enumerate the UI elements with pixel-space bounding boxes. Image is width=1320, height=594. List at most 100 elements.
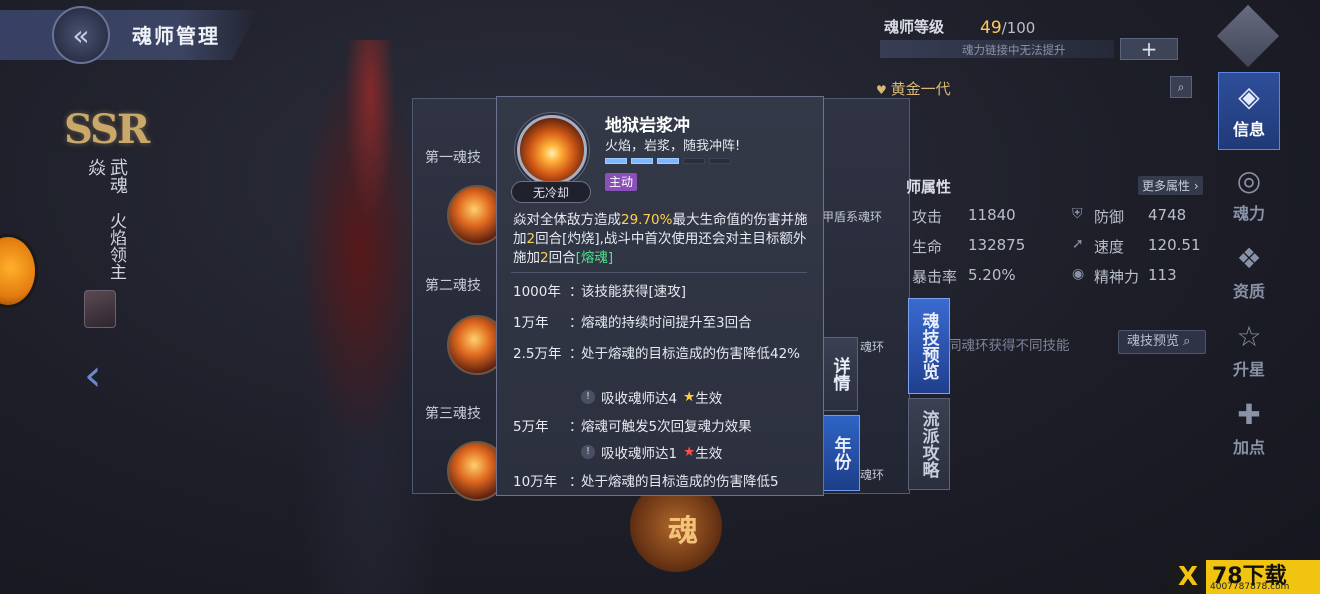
tab-strategy[interactable]: 流派攻略 [908, 398, 950, 490]
watermark-logo: X [1170, 560, 1206, 594]
previous-character-arrow-icon[interactable]: ‹ [84, 350, 102, 401]
more-attributes-button[interactable]: 更多属性 › [1138, 176, 1203, 195]
attributes-title: 师属性 [906, 178, 952, 196]
attr-crit-name: 暴击率 [912, 268, 958, 286]
skill-level-bar [605, 158, 731, 164]
info-icon: ◈ [1238, 80, 1260, 113]
attr-defense-value: 4748 [1148, 206, 1187, 224]
more-attributes-label: 更多属性 [1142, 179, 1191, 193]
skill-description: 焱对全体敌方造成29.70%最大生命值的伤害并施加2回合[灼烧],战斗中首次使用… [513, 211, 809, 268]
skill-level-segment [709, 158, 731, 164]
attr-attack-value: 11840 [968, 206, 1016, 224]
year-key: 10万年 [513, 474, 558, 490]
chevron-left-icon: « [72, 18, 90, 52]
desc-part-4: 回合 [548, 250, 576, 266]
rarity-badge: SSR [64, 106, 150, 153]
tab-detail-label: 详情 [829, 357, 850, 391]
desc-part-1: 焱对全体敌方造成 [513, 212, 621, 228]
tab-skill-preview-label: 魂技预览 [918, 312, 939, 380]
skill-note: 同魂环获得不同技能 [948, 338, 1070, 354]
red-star-icon: ★ [683, 444, 696, 460]
level-hint: 魂力链接中无法提升 [962, 43, 1066, 57]
nav-item-label: 信息 [1232, 120, 1265, 139]
pet-companion-icon[interactable] [0, 234, 38, 308]
level-add-button[interactable]: + [1120, 38, 1178, 60]
skill-type-tag: 主动 [605, 173, 638, 191]
requirement-row: ! 吸收魂师达1 ★ 生效 [581, 442, 722, 462]
star-icon: ☆ [1236, 320, 1262, 353]
year-text: 处于熔魂的目标造成的伤害降低5 [581, 474, 779, 490]
info-icon: ! [581, 390, 595, 404]
nav-item-info[interactable]: ◈ 信息 [1218, 72, 1280, 150]
tab-year[interactable]: 年份 [822, 415, 860, 491]
desc-number-1: 2 [526, 231, 536, 247]
skill-level-segment [683, 158, 705, 164]
nav-item-label: 魂力 [1232, 204, 1265, 223]
flame-skill-icon [517, 115, 587, 185]
level-current: 49 [980, 18, 1002, 38]
year-text: 处于熔魂的目标造成的伤害降低42% [581, 346, 801, 362]
skill-quote: 火焰，岩浆，随我冲阵! [605, 139, 741, 154]
spirit-name: 火焰领主 [106, 212, 126, 280]
level-max: /100 [1001, 19, 1036, 37]
diamond-menu-icon[interactable] [1216, 4, 1280, 68]
year-text: 熔魂的持续时间提升至3回合 [581, 315, 752, 331]
soul-power-icon: ◎ [1236, 164, 1262, 197]
divider [511, 272, 807, 273]
requirement-row: ! 吸收魂师达4 ★ 生效 [581, 387, 722, 407]
skill-slot-2-label: 第二魂技 [425, 278, 481, 294]
martial-soul-orb-text: 魂 [668, 514, 698, 549]
attr-crit-value: 5.20% [968, 266, 1016, 284]
attr-spirit-value: 113 [1148, 266, 1177, 284]
nav-item-soul-power[interactable]: ◎ 魂力 [1218, 156, 1280, 234]
desc-number-2: 2 [540, 250, 549, 266]
requirement-text: 吸收魂师达4 [601, 391, 678, 407]
spirit-icon: ◉ [1072, 266, 1085, 282]
nav-item-star-up[interactable]: ☆ 升星 [1218, 312, 1280, 390]
page-title: 魂师管理 [132, 24, 220, 48]
nav-item-add-point[interactable]: ✚ 加点 [1218, 390, 1280, 468]
skill-preview-button[interactable]: 魂技预览 ⌕ [1118, 330, 1206, 354]
nav-item-label: 升星 [1232, 360, 1265, 379]
site-watermark: X 78下载 4007787878.com [1170, 560, 1320, 594]
desc-status: [熔魂] [575, 250, 614, 266]
heart-icon: ♥ [876, 83, 891, 97]
shield-icon: ⛨ [1072, 206, 1083, 222]
aptitude-icon: ❖ [1236, 242, 1262, 275]
character-avatar[interactable] [84, 290, 116, 328]
attr-hp-value: 132875 [968, 236, 1026, 254]
nav-item-aptitude[interactable]: ❖ 资质 [1218, 234, 1280, 312]
year-key: 1万年 [513, 315, 549, 331]
search-icon[interactable]: ⌕ [1170, 76, 1192, 98]
attr-spirit-name: 精神力 [1094, 268, 1140, 286]
skill-level-segment [631, 158, 653, 164]
nav-item-label: 加点 [1232, 438, 1265, 457]
requirement-suffix: 生效 [695, 391, 723, 407]
add-point-icon: ✚ [1237, 398, 1261, 431]
year-text: 熔魂可触发5次回复魂力效果 [581, 419, 752, 435]
attr-defense-name: 防御 [1094, 208, 1125, 226]
requirement-suffix: 生效 [695, 446, 723, 462]
soul-ring-1-label: 甲盾系魂环 [822, 210, 883, 224]
generation-text: 黄金一代 [890, 80, 951, 98]
tab-detail[interactable]: 详情 [822, 337, 858, 411]
attr-attack-name: 攻击 [912, 208, 943, 226]
gold-star-icon: ★ [683, 389, 696, 405]
back-button[interactable]: « [52, 6, 110, 64]
soul-ring-3-label: 魂环 [860, 468, 885, 482]
year-key: 1000年 [513, 284, 561, 300]
soul-ring-2-label: 魂环 [860, 340, 885, 354]
cooldown-badge: 无冷却 [511, 181, 591, 203]
attr-speed-name: 速度 [1094, 238, 1125, 256]
attr-speed-value: 120.51 [1148, 236, 1201, 254]
tab-skill-preview[interactable]: 魂技预览 [908, 298, 950, 394]
year-key: 5万年 [513, 419, 549, 435]
soul-master-level-label: 魂师等级 [884, 18, 945, 36]
speed-icon: ➚ [1072, 236, 1084, 252]
skill-level-segment [657, 158, 679, 164]
watermark-url: 4007787878.com [1210, 582, 1290, 592]
info-icon: ! [581, 445, 595, 459]
level-value: 49/100 [980, 18, 1035, 38]
requirement-text: 吸收魂师达1 [601, 446, 678, 462]
nav-item-label: 资质 [1232, 282, 1265, 301]
